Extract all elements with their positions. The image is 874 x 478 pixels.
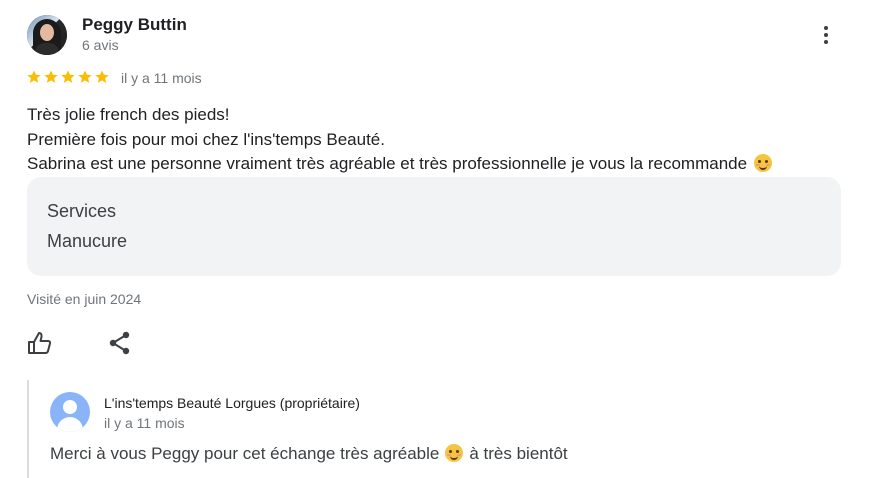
star-icon <box>78 70 92 83</box>
star-icon <box>95 70 109 83</box>
services-value: Manucure <box>47 231 128 251</box>
services-title: Services <box>47 201 117 221</box>
review-line: Première fois pour moi chez l'ins'temps … <box>27 129 385 149</box>
star-icon <box>27 70 41 83</box>
review-line: Sabrina est une personne vraiment très a… <box>27 152 837 177</box>
owner-reply-text: Merci à vous Peggy pour cet échange très… <box>50 444 568 463</box>
owner-name[interactable]: L'ins'temps Beauté Lorgues (propriétaire… <box>104 395 360 411</box>
services-box: Services Manucure <box>27 177 841 276</box>
visited-date: Visité en juin 2024 <box>27 291 142 307</box>
author-review-count: 6 avis <box>82 37 119 53</box>
author-name[interactable]: Peggy Buttin <box>82 15 187 35</box>
star-icon <box>61 70 75 83</box>
smiling-face-icon <box>445 444 464 462</box>
author-avatar[interactable] <box>27 15 67 55</box>
star-icon <box>44 70 58 83</box>
review-time: il y a 11 mois <box>121 70 202 86</box>
owner-reply: L'ins'temps Beauté Lorgues (propriétaire… <box>27 380 849 478</box>
owner-avatar[interactable] <box>50 392 90 432</box>
share-icon[interactable] <box>108 330 132 356</box>
owner-reply-time: il y a 11 mois <box>104 415 185 431</box>
rating-stars <box>26 69 110 85</box>
smiling-face-icon <box>753 154 772 172</box>
more-options-icon[interactable] <box>812 21 840 49</box>
review-line: Très jolie french des pieds! <box>27 105 230 124</box>
thumb-up-icon[interactable] <box>27 330 53 356</box>
review-text: Très jolie french des pieds! Première fo… <box>27 103 837 177</box>
